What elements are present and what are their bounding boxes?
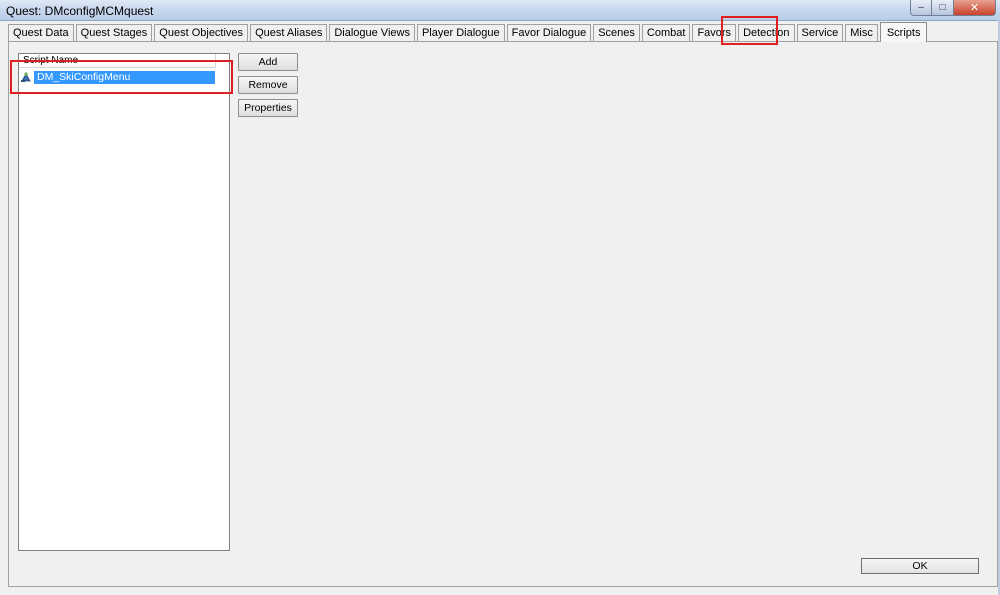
tab-misc[interactable]: Misc — [845, 24, 878, 41]
tab-favors[interactable]: Favors — [692, 24, 737, 41]
ok-button[interactable]: OK — [861, 558, 979, 574]
properties-button[interactable]: Properties — [238, 99, 298, 117]
tab-detection[interactable]: Detection — [738, 24, 795, 41]
window-title: Quest: DMconfigMCMquest — [6, 4, 154, 18]
tab-quest-stages[interactable]: Quest Stages — [75, 24, 153, 41]
title-bar: Quest: DMconfigMCMquest – □ ✕ — [0, 0, 1000, 21]
script-list[interactable]: Script Name DM_SkiConfigMenu — [18, 53, 230, 551]
add-button[interactable]: Add — [238, 53, 298, 71]
script-name-label: DM_SkiConfigMenu — [34, 70, 215, 84]
tab-favor-dialogue[interactable]: Favor Dialogue — [506, 24, 592, 41]
tab-quest-objectives[interactable]: Quest Objectives — [154, 24, 249, 41]
tab-combat[interactable]: Combat — [641, 24, 691, 41]
tab-quest-aliases[interactable]: Quest Aliases — [250, 24, 328, 41]
column-header-script-name[interactable]: Script Name — [19, 54, 216, 68]
script-icon — [20, 71, 32, 83]
maximize-button[interactable]: □ — [932, 0, 954, 16]
window-controls: – □ ✕ — [910, 0, 996, 16]
tab-quest-data[interactable]: Quest Data — [8, 24, 74, 41]
tab-scripts[interactable]: Scripts — [879, 22, 928, 42]
tab-player-dialogue[interactable]: Player Dialogue — [416, 24, 505, 41]
remove-button[interactable]: Remove — [238, 76, 298, 94]
close-button[interactable]: ✕ — [954, 0, 996, 16]
tab-scenes[interactable]: Scenes — [593, 24, 640, 41]
tab-bar: Quest Data Quest Stages Quest Objectives… — [8, 22, 929, 42]
minimize-button[interactable]: – — [910, 0, 932, 16]
tab-service[interactable]: Service — [796, 24, 844, 41]
tab-dialogue-views[interactable]: Dialogue Views — [329, 24, 415, 41]
list-item[interactable]: DM_SkiConfigMenu — [20, 70, 215, 84]
